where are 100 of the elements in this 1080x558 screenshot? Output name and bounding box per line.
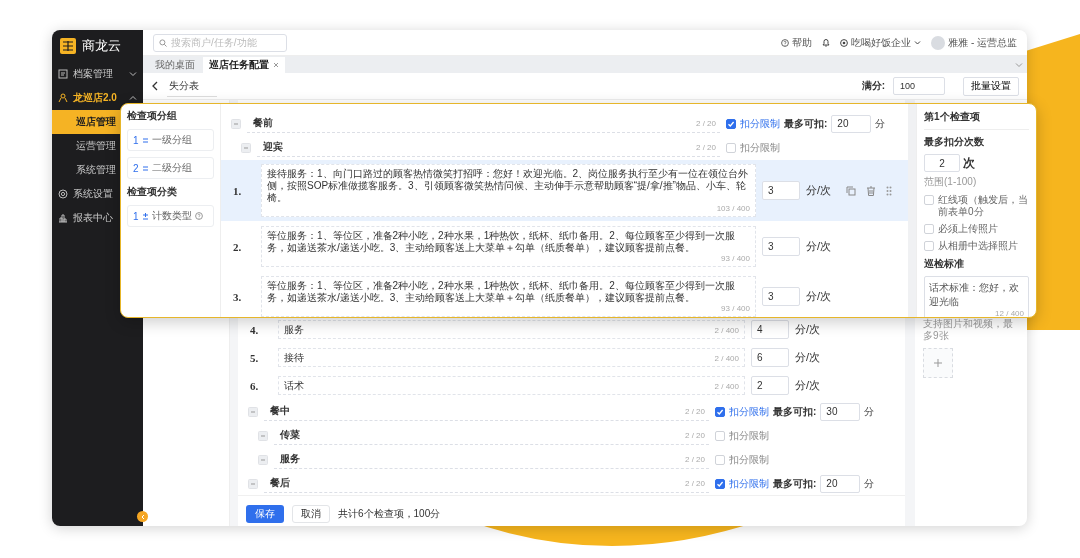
sidebar-item[interactable]: 龙巡店2.0 — [52, 86, 143, 110]
group-level-button[interactable]: 1 一级分组 — [127, 129, 214, 151]
sidebar-item[interactable]: 报表中心 — [52, 206, 120, 230]
score-field[interactable]: 4 — [751, 320, 789, 339]
check-item-row[interactable]: 1. 接待服务：1、向门口路过的顾客热情微笑打招呼：您好！欢迎光临。2、岗位服务执行至少有一位在领位台外侧，按照SOP标准做揽客服务。3、引领顾客微笑热情问候、主动伸手示意帮助顾客“提/拿/推”物品、小车、轮椅。 103 / 400 3 分/次 — [221, 160, 908, 221]
copy-icon[interactable] — [846, 185, 856, 196]
description-field[interactable]: 接待 2 / 400 — [278, 348, 745, 367]
field-label: 巡检标准 — [924, 257, 965, 271]
sidebar-subitem[interactable]: 巡店管理 — [52, 110, 120, 134]
group-name-field[interactable]: 餐后 2 / 20 — [264, 474, 709, 493]
group-name-field[interactable]: 服务 2 / 20 — [274, 450, 709, 469]
back-icon[interactable] — [151, 81, 159, 91]
description-field[interactable]: 等位服务：1、等位区，准备2种小吃，2种水果，1种热饮，纸杯、纸巾备用。2、每位顾客至少得到一次服务，如递送茶水/递送小吃。3、主动给顾客送上大菜单＋勾单（纸质餐单），建议顾客提前点餐。 93 / 400 — [261, 276, 756, 317]
max-deduct-field[interactable]: 30 — [820, 402, 861, 421]
char-count: 93 / 400 — [720, 304, 750, 314]
drag-handle-icon[interactable] — [886, 185, 892, 196]
max-deduct-label: 最多可扣: — [784, 116, 828, 131]
collapse-toggle-icon[interactable] — [258, 430, 268, 441]
help-link[interactable]: 帮助 — [781, 35, 813, 50]
save-button[interactable]: 保存 — [246, 504, 284, 523]
sidebar-subitem[interactable]: 系统管理 — [52, 158, 120, 182]
collapse-toggle-icon[interactable] — [258, 454, 268, 465]
score-field[interactable]: 3 — [762, 237, 800, 256]
max-deduct-label: 最多可扣: — [773, 404, 817, 419]
collapse-toggle-icon[interactable] — [248, 406, 258, 417]
max-deduct-field[interactable]: 20 — [820, 474, 861, 493]
char-count: 103 / 400 — [715, 204, 750, 214]
chevron-icon — [139, 513, 146, 520]
upload-hint: 支持图片和视频，最多9张 — [923, 318, 1014, 342]
group-name-field[interactable]: 传菜 2 / 20 — [274, 426, 709, 445]
tab[interactable]: 巡店任务配置 — [203, 57, 285, 73]
description-field[interactable]: 话术 2 / 400 — [278, 376, 745, 395]
max-deduct-field[interactable]: 20 — [831, 114, 872, 133]
checkbox[interactable] — [726, 118, 736, 129]
close-icon[interactable] — [273, 62, 279, 68]
char-count: 12 / 400 — [995, 309, 1024, 317]
full-score-field[interactable]: 100 — [893, 77, 945, 95]
score-field[interactable]: 6 — [751, 348, 789, 367]
group-level-button[interactable]: 2 二级分组 — [127, 157, 214, 179]
panel-heading: 检查项分组 — [127, 109, 178, 123]
tab[interactable]: 我的桌面 — [149, 57, 201, 73]
option-label: 必须上传照片 — [938, 223, 998, 235]
sidebar-subitem[interactable]: 运营管理 — [52, 134, 120, 158]
max-deduct-label: 最多可扣: — [773, 476, 817, 491]
avatar — [931, 35, 946, 50]
check-item-row[interactable]: 2. 等位服务：1、等位区，准备2种小吃，2种水果，1种热饮，纸杯、纸巾备用。2、每位顾客至少得到一次服务，如递送茶水/递送小吃。3、主动给顾客送上大菜单＋勾单（纸质餐单），建议顾客提前点餐。 93 / 400 3 分/次 — [221, 222, 908, 271]
char-count: 2 / 400 — [713, 354, 739, 364]
scrollbar[interactable] — [908, 104, 916, 317]
upload-button[interactable] — [923, 348, 953, 378]
char-count: 2 / 20 — [685, 406, 705, 416]
help-icon — [781, 38, 790, 47]
unit-label: 分/次 — [795, 350, 822, 365]
check-item-row[interactable]: 3. 等位服务：1、等位区，准备2种小吃，2种水果，1种热饮，纸杯、纸巾备用。2、每位顾客至少得到一次服务，如递送茶水/递送小吃。3、主动给顾客送上大菜单＋勾单（纸质餐单），建议顾客提前点餐。 93 / 400 3 分/次 — [221, 272, 908, 317]
limit-label: 扣分限制 — [740, 140, 780, 155]
user-menu[interactable]: 雅雅 - 运营总监 — [931, 35, 1017, 50]
max-times-field[interactable]: 2 — [924, 154, 960, 172]
checkbox[interactable] — [715, 406, 725, 417]
unit-label: 分/次 — [806, 183, 833, 198]
collapse-toggle-icon[interactable] — [248, 478, 258, 489]
item-number: 3. — [232, 290, 243, 303]
company-selector[interactable]: 吃喝好饭企业 — [840, 35, 922, 50]
sidebar-item[interactable]: 档案管理 — [52, 62, 143, 86]
cancel-button[interactable]: 取消 — [292, 504, 330, 523]
char-count: 2 / 20 — [696, 118, 716, 128]
score-field[interactable]: 3 — [762, 287, 800, 306]
settings-icon — [58, 189, 68, 199]
group-name-field[interactable]: 餐中 2 / 20 — [264, 402, 709, 421]
score-field[interactable]: 2 — [751, 376, 789, 395]
summary-text: 共计6个检查项，100分 — [338, 506, 441, 521]
document-icon — [58, 69, 68, 79]
unit-label: 分/次 — [795, 378, 822, 393]
char-count: 2 / 20 — [685, 454, 705, 464]
group-name-field[interactable]: 迎宾 2 / 20 — [257, 138, 720, 157]
person-icon — [58, 93, 68, 103]
chevron-icon[interactable] — [1015, 61, 1023, 69]
bell-icon[interactable] — [822, 38, 831, 47]
char-count: 2 / 400 — [713, 326, 739, 336]
description-field[interactable]: 接待服务：1、向门口路过的顾客热情微笑打招呼：您好！欢迎光临。2、岗位服务执行至少有一位在领位台外侧，按照SOP标准做揽客服务。3、引领顾客微笑热情问候、主动伸手示意帮助顾客“提/拿/推”物品、小车、轮椅。 103 / 400 — [261, 164, 756, 217]
description-field[interactable]: 等位服务：1、等位区，准备2种小吃，2种水果，1种热饮，纸杯、纸巾备用。2、每位顾客至少得到一次服务，如递送茶水/递送小吃。3、主动给顾客送上大菜单＋勾单（纸质餐单），建议顾客提前点餐。 93 / 400 — [261, 226, 756, 267]
unit-label: 次 — [963, 154, 975, 172]
option-label: 从相册中选择照片 — [938, 240, 1018, 252]
check-item-row[interactable]: 6. 话术 2 / 400 2 分/次 — [238, 372, 897, 399]
description-field[interactable]: 服务 2 / 400 — [278, 320, 745, 339]
standard-field[interactable]: 话术标准：您好，欢迎光临 12 / 400 — [924, 276, 1029, 317]
plus-minus-icon — [141, 212, 149, 220]
sidebar-item[interactable]: 系统设置 — [52, 182, 120, 206]
full-score-label: 满分: — [861, 79, 885, 93]
app-name: 商龙云 — [82, 37, 121, 55]
group-name-field[interactable]: 餐前 2 / 20 — [247, 114, 720, 133]
collapse-toggle-icon[interactable] — [231, 118, 241, 129]
checkbox[interactable] — [715, 478, 725, 489]
collapse-toggle-icon[interactable] — [241, 142, 251, 153]
batch-settings-button[interactable]: 批量设置 — [963, 76, 1019, 96]
check-item-row[interactable]: 4. 服务 2 / 400 4 分/次 — [238, 316, 897, 343]
range-hint: 范围(1-100) — [924, 175, 977, 189]
score-field[interactable]: 3 — [762, 181, 800, 200]
collapse-button[interactable] — [137, 511, 148, 522]
check-item-row[interactable]: 5. 接待 2 / 400 6 分/次 — [238, 344, 897, 371]
delete-icon[interactable] — [866, 185, 876, 196]
type-button[interactable]: 1 计数类型 — [127, 205, 214, 227]
